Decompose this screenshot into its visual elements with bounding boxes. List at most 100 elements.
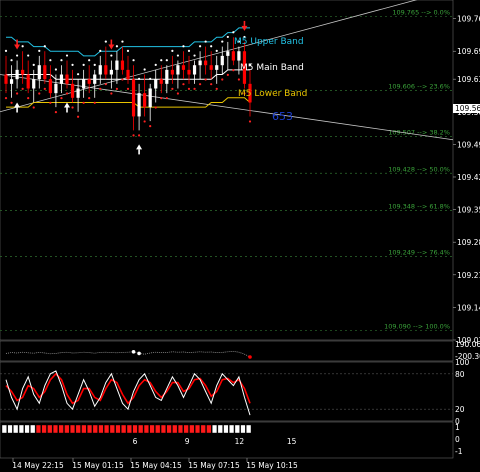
time-tick-label: 15 May 01:15 bbox=[72, 461, 124, 470]
price-tick-label: 109.76 bbox=[457, 15, 480, 24]
trend-bar-cell bbox=[229, 424, 235, 434]
lower-band-label: M5 Lower Band bbox=[238, 89, 307, 99]
trend-bar-cell bbox=[115, 424, 121, 434]
candle-body bbox=[15, 69, 19, 80]
time-tick-label: 14 May 22:15 bbox=[12, 461, 64, 470]
fib-label: 109.507 --> 38.2% bbox=[388, 128, 450, 136]
trend-bar-cell bbox=[217, 424, 223, 434]
trend-bar-cell bbox=[18, 424, 24, 434]
countdown-label: 653 bbox=[272, 110, 293, 123]
candle-body bbox=[76, 88, 80, 98]
signal-dot-low bbox=[10, 101, 13, 104]
trend-bar-cell bbox=[246, 424, 252, 434]
candle-body bbox=[187, 69, 191, 75]
signal-dot-high bbox=[38, 49, 41, 52]
trend-bar-cell bbox=[104, 424, 110, 434]
price-tick-label: 109.42 bbox=[457, 173, 480, 182]
trading-chart: 109.765 --> 0.0% 109.606 --> 23.6% 109.507… bbox=[0, 0, 480, 470]
fib-label: 109.090 --> 100.0% bbox=[384, 323, 450, 331]
signal-dot-low bbox=[27, 97, 30, 100]
trend-bar-cell bbox=[143, 424, 149, 434]
signal-dot-high bbox=[82, 63, 85, 66]
signal-dot-low bbox=[71, 106, 74, 109]
trend-bar-cell bbox=[240, 424, 246, 434]
signal-dot-low bbox=[149, 124, 152, 128]
signal-dot-high bbox=[43, 45, 46, 48]
signal-dot-low bbox=[160, 97, 163, 100]
signal-dot-low bbox=[176, 92, 180, 95]
signal-dot-low bbox=[132, 134, 135, 137]
signal-dot-high bbox=[21, 45, 24, 48]
candle-body bbox=[32, 79, 36, 89]
signal-dot-low bbox=[215, 87, 218, 90]
signal-dot-low bbox=[54, 111, 58, 114]
stoch-axis-label: 20 bbox=[455, 405, 465, 414]
trend-bar-cell bbox=[1, 424, 7, 434]
signal-dot-high bbox=[193, 54, 196, 57]
trend-bar-cell bbox=[172, 424, 178, 434]
signal-dot-high bbox=[15, 54, 19, 57]
candle-body bbox=[148, 88, 152, 108]
signal-dot-high bbox=[27, 54, 30, 57]
signal-dot-high bbox=[232, 31, 235, 34]
signal-dot-high bbox=[99, 49, 102, 52]
trend-bar-axis-label: 1 bbox=[455, 423, 460, 432]
signal-dot-low bbox=[88, 97, 91, 100]
price-tick-label: 109.21 bbox=[457, 271, 480, 280]
signal-dot-low bbox=[4, 97, 8, 100]
trend-bar-cell bbox=[92, 424, 98, 434]
candle-body bbox=[231, 51, 235, 61]
candle-body bbox=[98, 65, 102, 75]
signal-dot-high bbox=[187, 49, 191, 52]
cci-dot bbox=[137, 351, 141, 356]
candle-body bbox=[209, 65, 213, 70]
candle-body bbox=[43, 65, 47, 80]
trend-bar-cell bbox=[47, 424, 53, 434]
cci-panel bbox=[0, 340, 454, 362]
cci-dot bbox=[131, 350, 136, 354]
candle-body bbox=[4, 74, 8, 84]
time-tick-label: 15 May 07:15 bbox=[188, 461, 240, 470]
trend-bar-label: 6 bbox=[133, 437, 138, 446]
candle-body bbox=[65, 74, 69, 84]
signal-dot-high bbox=[176, 54, 180, 57]
candle-body bbox=[59, 74, 64, 84]
upper-band-label: M5 Upper Band bbox=[234, 37, 304, 47]
fib-label: 109.606 --> 23.6% bbox=[388, 82, 450, 90]
candle-body bbox=[137, 93, 141, 117]
price-tick-label: 109.63 bbox=[457, 75, 480, 84]
trend-bar-cell bbox=[206, 424, 212, 434]
stoch-axis-label: 80 bbox=[455, 370, 465, 379]
price-tick-label: 109.35 bbox=[457, 206, 480, 215]
signal-dot-low bbox=[38, 92, 41, 95]
signal-dot-high bbox=[110, 54, 113, 57]
cci-upper-label: 190.064 bbox=[455, 340, 480, 349]
signal-dot-high bbox=[115, 45, 119, 48]
trend-bar-axis-label: 0 bbox=[455, 435, 460, 444]
signal-dot-low bbox=[115, 87, 119, 90]
trend-bar-cell bbox=[30, 424, 36, 434]
signal-dot-low bbox=[43, 87, 46, 90]
signal-dot-low bbox=[126, 87, 130, 90]
signal-dot-high bbox=[149, 77, 152, 80]
signal-dot-high bbox=[210, 45, 213, 48]
trend-bar-cell bbox=[98, 424, 104, 434]
candle-body bbox=[21, 69, 25, 75]
trend-bar-cell bbox=[58, 424, 64, 434]
signal-dot-high bbox=[71, 63, 74, 66]
signal-dot-high bbox=[143, 68, 146, 71]
signal-dot-high bbox=[60, 59, 63, 62]
candle-body bbox=[70, 83, 75, 98]
candle-body bbox=[237, 51, 241, 61]
trend-bar-cell bbox=[126, 424, 132, 434]
stochastic-axis: 10080200 bbox=[455, 358, 470, 426]
signal-dot-high bbox=[160, 59, 163, 62]
candle-body bbox=[143, 93, 147, 108]
candle-body bbox=[159, 79, 163, 84]
signal-dot-high bbox=[132, 59, 135, 62]
candle-body bbox=[9, 79, 14, 84]
trend-bar-axis: 1 0 -1 bbox=[455, 423, 463, 456]
signal-dot-low bbox=[198, 83, 202, 86]
trend-bar-cell bbox=[81, 424, 87, 434]
candle-body bbox=[126, 69, 130, 80]
